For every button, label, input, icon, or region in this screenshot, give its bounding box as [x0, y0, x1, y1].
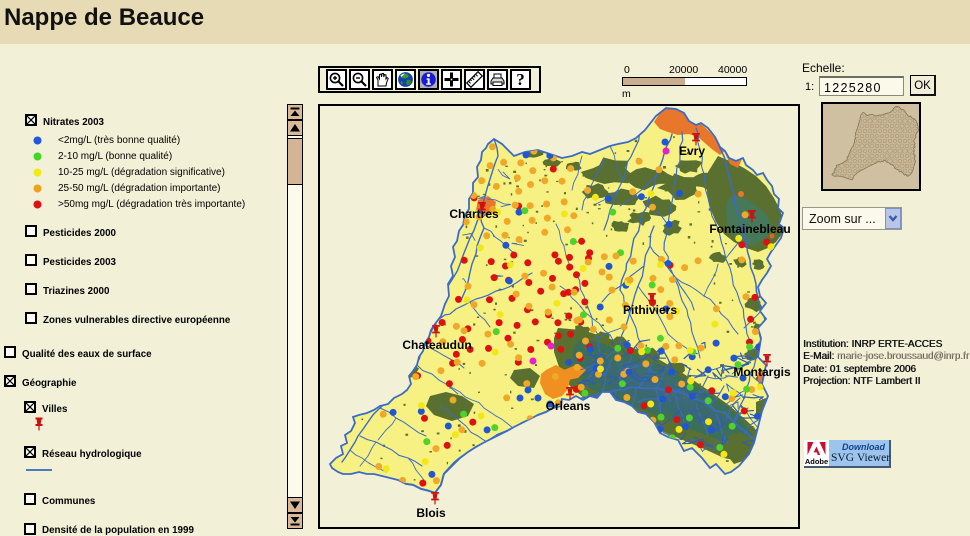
svg-text:Pithiviers: Pithiviers — [623, 303, 677, 317]
svg-text:Adobe: Adobe — [805, 457, 828, 466]
svg-text:Blois: Blois — [416, 506, 446, 520]
svg-text:Chateaudun: Chateaudun — [402, 338, 471, 352]
svg-text:?: ? — [516, 71, 525, 88]
svg-text:Fontainebleau: Fontainebleau — [709, 222, 790, 236]
svg-text:Evry: Evry — [679, 144, 705, 158]
svg-text:Chartres: Chartres — [449, 207, 499, 221]
svg-text:Montargis: Montargis — [733, 365, 791, 379]
svg-text:Orleans: Orleans — [546, 399, 591, 413]
